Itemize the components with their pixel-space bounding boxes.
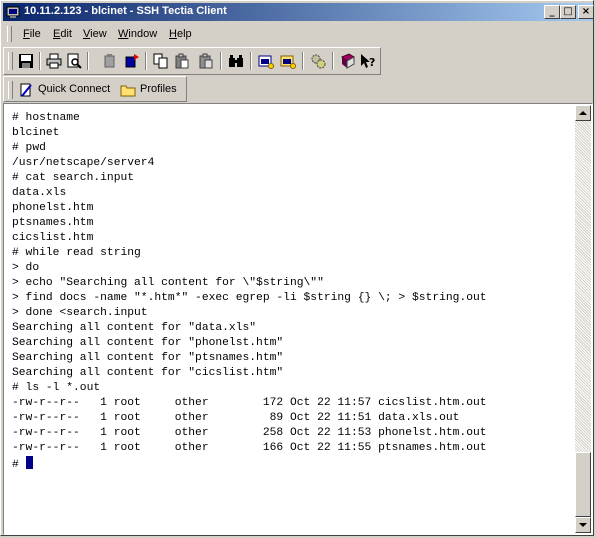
print-preview-icon[interactable] [66, 53, 82, 69]
title-bar[interactable]: 10.11.2.123 - blcinet - SSH Tectia Clien… [3, 3, 594, 21]
app-window: 10.11.2.123 - blcinet - SSH Tectia Clien… [0, 0, 594, 536]
scroll-up-button[interactable] [575, 105, 591, 121]
quick-connect-icon [20, 83, 32, 97]
terminal-line: cicslist.htm [12, 232, 94, 244]
menu-file[interactable]: File [23, 28, 41, 40]
main-toolbar: ? [3, 47, 381, 75]
terminal-line: -rw-r--r-- 1 root other 172 Oct 22 11:57… [12, 397, 487, 409]
menu-window[interactable]: Window [118, 28, 157, 40]
toolbar-separator [302, 52, 304, 70]
window-title: 10.11.2.123 - blcinet - SSH Tectia Clien… [24, 5, 227, 17]
disconnect-icon[interactable] [102, 53, 118, 69]
menu-bar: File Edit View Window Help [3, 23, 593, 45]
toolbar-separator [332, 52, 334, 70]
scroll-down-button[interactable] [575, 517, 591, 533]
quick-toolbar-grip[interactable] [8, 81, 13, 99]
terminal-line: Searching all content for "phonelst.htm" [12, 337, 284, 349]
menu-view[interactable]: View [83, 28, 107, 40]
context-help-icon[interactable]: ? [360, 53, 376, 69]
text-cursor [25, 456, 33, 469]
scroll-thumb[interactable] [575, 452, 591, 517]
terminal-line: phonelst.htm [12, 202, 94, 214]
terminal-line: -rw-r--r-- 1 root other 89 Oct 22 11:51 … [12, 412, 460, 424]
file-transfer-icon[interactable] [258, 53, 274, 69]
save-icon[interactable] [18, 53, 34, 69]
quick-connect-button[interactable]: Quick Connect [18, 81, 118, 99]
terminal-line: ptsnames.htm [12, 217, 94, 229]
terminal-prompt: # [12, 459, 26, 471]
toolbar-separator [220, 52, 222, 70]
terminal-line: blcinet [12, 127, 60, 139]
terminal-frame: # hostname blcinet # pwd/usr/netscape/serv… [3, 103, 593, 535]
paste-icon[interactable] [174, 53, 190, 69]
close-button[interactable]: × [578, 5, 594, 19]
terminal-line: > echo "Searching all content for \"$str… [12, 277, 324, 289]
find-icon[interactable] [228, 53, 244, 69]
terminal-line: > done <search.input [12, 307, 148, 319]
toolbar-grip[interactable] [8, 52, 13, 70]
terminal-line: /usr/netscape/server4 [12, 157, 155, 169]
print-icon[interactable] [46, 53, 62, 69]
terminal-line: Searching all content for "cicslist.htm" [12, 367, 284, 379]
terminal-line: -rw-r--r-- 1 root other 258 Oct 22 11:53… [12, 427, 487, 439]
terminal-line: > do [12, 262, 40, 274]
menu-help[interactable]: Help [169, 28, 192, 40]
profiles-label: Profiles [140, 83, 177, 95]
terminal-line: # ls -l *.out [12, 382, 101, 394]
toolbar-separator [87, 52, 89, 70]
menu-edit[interactable]: Edit [53, 28, 72, 40]
ssh-client-icon [6, 6, 20, 18]
svg-text:?: ? [369, 56, 375, 69]
folder-icon [120, 85, 136, 97]
terminal-line: # hostname [12, 112, 80, 124]
terminal-line: Searching all content for "data.xls" [12, 322, 257, 334]
paste-special-icon[interactable] [198, 53, 214, 69]
terminal-output[interactable]: # hostname blcinet # pwd/usr/netscape/serv… [5, 105, 575, 533]
minimize-button[interactable]: _ [544, 5, 560, 19]
terminal-line: # cat search.input [12, 172, 135, 184]
toolbar-separator [145, 52, 147, 70]
terminal-line: Searching all content for "ptsnames.htm" [12, 352, 284, 364]
terminal-prompt-line: # [12, 456, 33, 471]
toolbar-separator [250, 52, 252, 70]
terminal-line: -rw-r--r-- 1 root other 166 Oct 22 11:55… [12, 442, 487, 454]
vertical-scrollbar[interactable] [575, 105, 591, 533]
toolbar-separator [39, 52, 41, 70]
help-book-icon[interactable] [340, 53, 356, 69]
terminal-line: # while read string [12, 247, 141, 259]
terminal-line: data.xls [12, 187, 67, 199]
arrow-down-icon [579, 523, 587, 527]
profiles-button[interactable]: Profiles [120, 81, 182, 99]
new-connection-icon[interactable] [124, 53, 140, 69]
copy-icon[interactable] [153, 53, 169, 69]
quick-toolbar: Quick Connect Profiles [3, 76, 187, 102]
menubar-grip[interactable] [7, 26, 12, 42]
arrow-up-icon [579, 111, 587, 115]
terminal-line: # pwd [12, 142, 46, 154]
terminal-line: > find docs -name "*.htm*" -exec egrep -… [12, 292, 487, 304]
maximize-button[interactable]: □ [560, 5, 576, 19]
quick-connect-label: Quick Connect [38, 83, 111, 95]
settings-icon[interactable] [310, 53, 326, 69]
new-file-transfer-icon[interactable] [280, 53, 296, 69]
